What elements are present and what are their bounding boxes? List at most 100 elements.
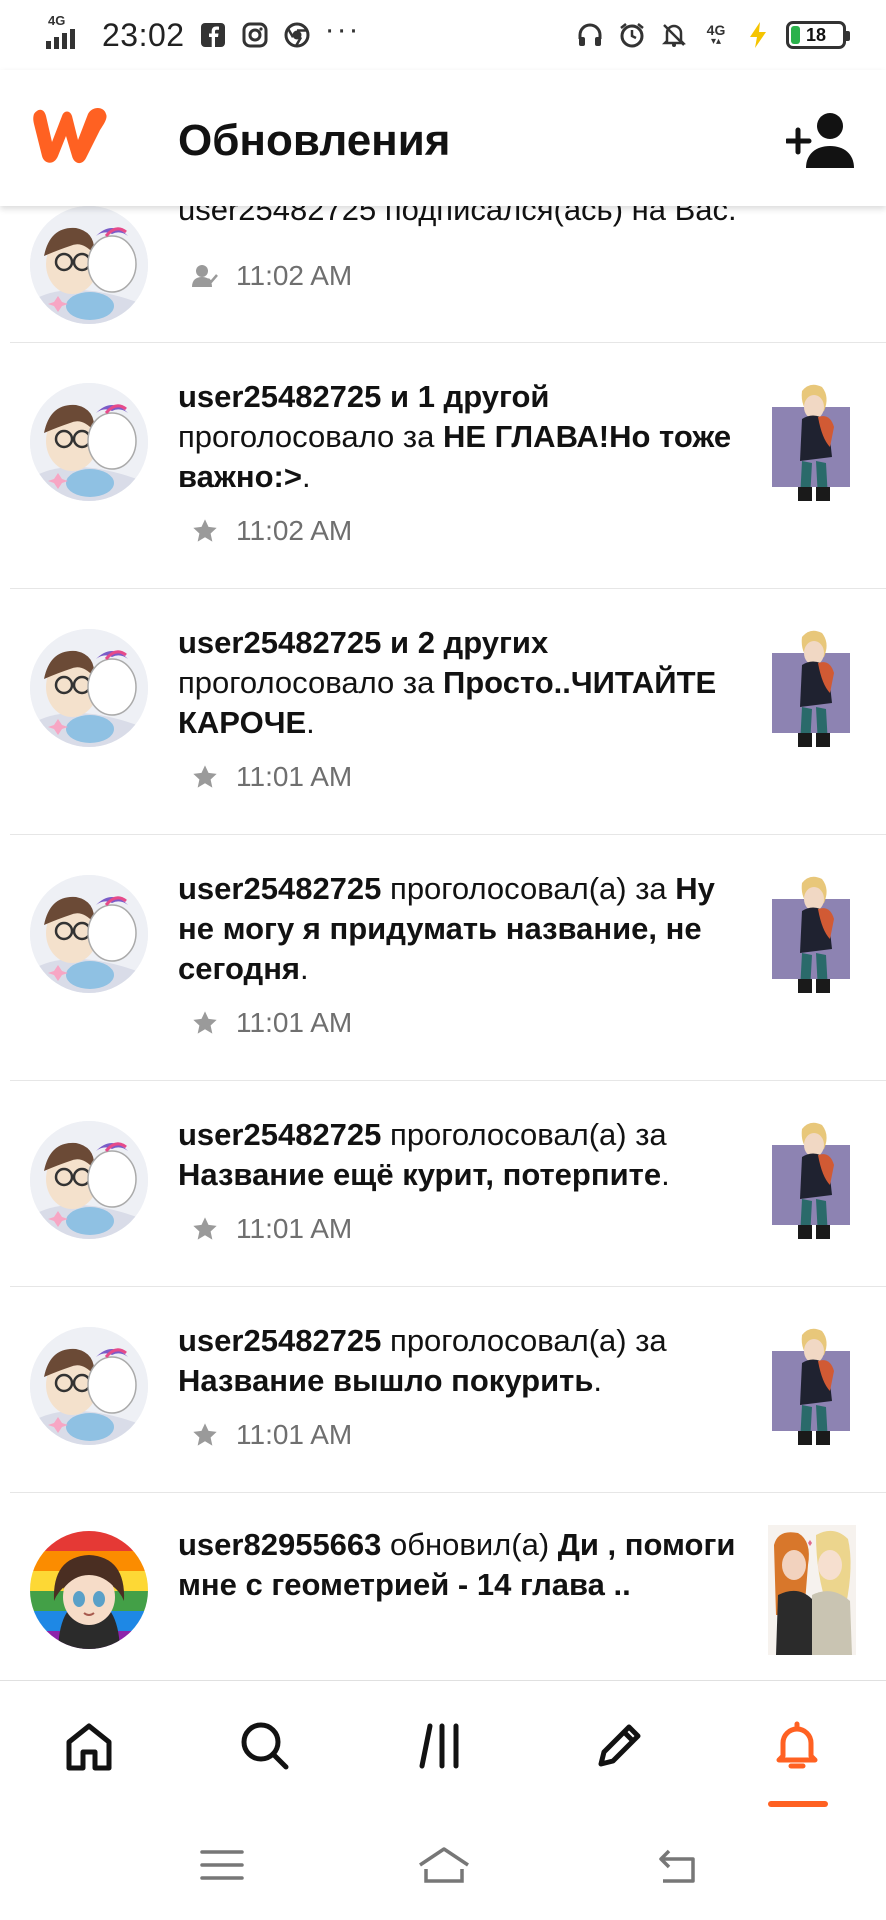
notifications-bell-icon xyxy=(776,1721,818,1769)
notification-punct: . xyxy=(301,459,311,494)
notification-meta: 11:02 AM xyxy=(190,260,352,292)
notification-punct: . xyxy=(300,951,309,986)
notification-action: проголосовало за xyxy=(178,665,443,700)
notification-text: user25482725 и 1 другой проголосовало за… xyxy=(178,377,758,497)
notification-item-follow[interactable]: user25482725 подписался(ась) на Вас. 11:… xyxy=(10,206,886,346)
notification-actor[interactable]: user25482725 xyxy=(178,1323,381,1358)
notification-meta: 11:02 AM xyxy=(190,515,352,547)
notification-time: 11:02 AM xyxy=(236,515,353,546)
notification-time: 11:02 AM xyxy=(236,260,353,291)
notification-action: проголосовал(а) за xyxy=(381,1117,667,1152)
system-home-button[interactable] xyxy=(414,1840,474,1890)
notification-text-content: user25482725 подписался(ась) на Вас. xyxy=(178,206,737,227)
user-avatar[interactable] xyxy=(30,383,148,501)
notification-meta: 11:01 AM xyxy=(190,761,352,793)
battery-indicator: 18 xyxy=(786,21,850,49)
notification-text: user25482725 проголосовал(а) за Ну не мо… xyxy=(178,869,758,989)
wattpad-logo[interactable] xyxy=(30,104,110,166)
notification-actor[interactable]: user82955663 xyxy=(178,1527,381,1562)
notification-time: 11:01 AM xyxy=(236,1419,353,1450)
notification-punct: . xyxy=(593,1363,603,1398)
mobile-data-icon: 4G ▾▴ xyxy=(706,22,726,47)
story-cover-thumbnail[interactable] xyxy=(772,869,856,999)
notifications-screen: 4G 23:02 ··· 4G ▾▴ 18 Обновления user254… xyxy=(0,0,886,1920)
charging-bolt-icon xyxy=(744,21,772,49)
star-icon xyxy=(190,1214,220,1244)
star-icon xyxy=(190,1008,220,1038)
user-avatar[interactable] xyxy=(30,629,148,747)
instagram-icon xyxy=(241,21,269,49)
notification-time: 11:01 AM xyxy=(236,1007,353,1038)
notification-time: 11:01 AM xyxy=(236,761,353,792)
notification-meta: 11:01 AM xyxy=(190,1007,352,1039)
app-header: Обновления xyxy=(0,70,886,206)
notification-text: user25482725 проголосовал(а) за Название… xyxy=(178,1321,758,1401)
signal-icon: 4G xyxy=(46,13,88,49)
back-icon xyxy=(659,1849,695,1883)
system-back-button[interactable] xyxy=(646,1840,706,1890)
nav-write-button[interactable] xyxy=(584,1713,654,1779)
nav-notifications-button[interactable] xyxy=(762,1713,832,1779)
notification-punct: . xyxy=(306,705,315,740)
notification-item[interactable]: user25482725 проголосовал(а) за Название… xyxy=(10,1286,886,1492)
status-bar: 4G 23:02 ··· 4G ▾▴ 18 xyxy=(0,0,886,70)
status-bar-right: 4G ▾▴ 18 xyxy=(576,21,850,49)
notification-text: user25482725 и 2 других проголосовало за… xyxy=(178,623,758,743)
user-avatar[interactable] xyxy=(30,1327,148,1445)
notification-item[interactable]: user25482725 проголосовал(а) за Название… xyxy=(10,1080,886,1286)
clock: 23:02 xyxy=(102,16,185,53)
more-notifications-indicator: ··· xyxy=(324,13,361,46)
battery-percent: 18 xyxy=(805,24,827,45)
home-icon xyxy=(66,1723,112,1771)
network-type-label-right: 4G xyxy=(706,22,726,38)
notification-feed[interactable]: user25482725 подписался(ась) на Вас. 11:… xyxy=(0,206,886,1680)
notification-item[interactable]: user25482725 проголосовал(а) за Ну не мо… xyxy=(10,834,886,1080)
user-avatar[interactable] xyxy=(30,1121,148,1239)
system-menu-button[interactable] xyxy=(192,1840,252,1890)
story-cover-thumbnail[interactable] xyxy=(772,377,856,507)
notification-item[interactable]: user25482725 и 2 других проголосовало за… xyxy=(10,588,886,834)
nav-library-button[interactable] xyxy=(408,1713,478,1779)
star-icon xyxy=(190,516,220,546)
write-icon xyxy=(598,1724,641,1767)
user-avatar[interactable] xyxy=(30,875,148,993)
notification-text: user25482725 проголосовал(а) за Название… xyxy=(178,1115,758,1195)
notification-text: user25482725 подписался(ась) на Вас. xyxy=(178,206,758,230)
notification-actor[interactable]: user25482725 и 1 другой xyxy=(178,379,550,414)
search-icon xyxy=(241,1722,289,1770)
notification-actor[interactable]: user25482725 и 2 других xyxy=(178,625,548,660)
notification-punct: . xyxy=(661,1157,670,1192)
notification-subject[interactable]: Название вышло покурить xyxy=(178,1363,593,1398)
notification-text: user82955663 обновил(а) Ди , помоги мне … xyxy=(178,1525,758,1605)
notification-actor[interactable]: user25482725 xyxy=(178,1117,381,1152)
story-cover-thumbnail[interactable] xyxy=(772,1321,856,1451)
notification-action: проголосовало за xyxy=(178,419,443,454)
nav-search-button[interactable] xyxy=(230,1713,300,1779)
status-bar-left: 4G 23:02 ··· xyxy=(46,13,361,54)
user-avatar[interactable] xyxy=(30,206,148,324)
story-cover-thumbnail[interactable] xyxy=(768,1525,856,1655)
story-cover-thumbnail[interactable] xyxy=(772,623,856,753)
home-outline-icon xyxy=(419,1847,469,1883)
notification-item[interactable]: user82955663 обновил(а) Ди , помоги мне … xyxy=(10,1492,886,1680)
active-tab-indicator xyxy=(768,1801,828,1807)
user-avatar[interactable] xyxy=(30,1531,148,1649)
follow-icon xyxy=(190,261,220,291)
story-cover-thumbnail[interactable] xyxy=(772,1115,856,1245)
notification-time: 11:01 AM xyxy=(236,1213,353,1244)
notification-item[interactable]: user25482725 и 1 другой проголосовало за… xyxy=(10,342,886,588)
star-icon xyxy=(190,762,220,792)
notification-subject[interactable]: Название ещё курит, потерпите xyxy=(178,1157,661,1192)
star-icon xyxy=(190,1420,220,1450)
notification-action: проголосовал(а) за xyxy=(381,871,676,906)
notification-actor[interactable]: user25482725 xyxy=(178,871,381,906)
headphones-icon xyxy=(576,21,604,49)
nav-home-button[interactable] xyxy=(54,1713,124,1779)
chrome-icon xyxy=(283,21,311,49)
library-icon xyxy=(419,1723,459,1769)
mute-bell-icon xyxy=(660,21,688,49)
facebook-icon xyxy=(199,21,227,49)
add-friend-button[interactable] xyxy=(784,110,858,170)
notification-action: обновил(а) xyxy=(381,1527,558,1562)
notification-meta: 11:01 AM xyxy=(190,1213,352,1245)
